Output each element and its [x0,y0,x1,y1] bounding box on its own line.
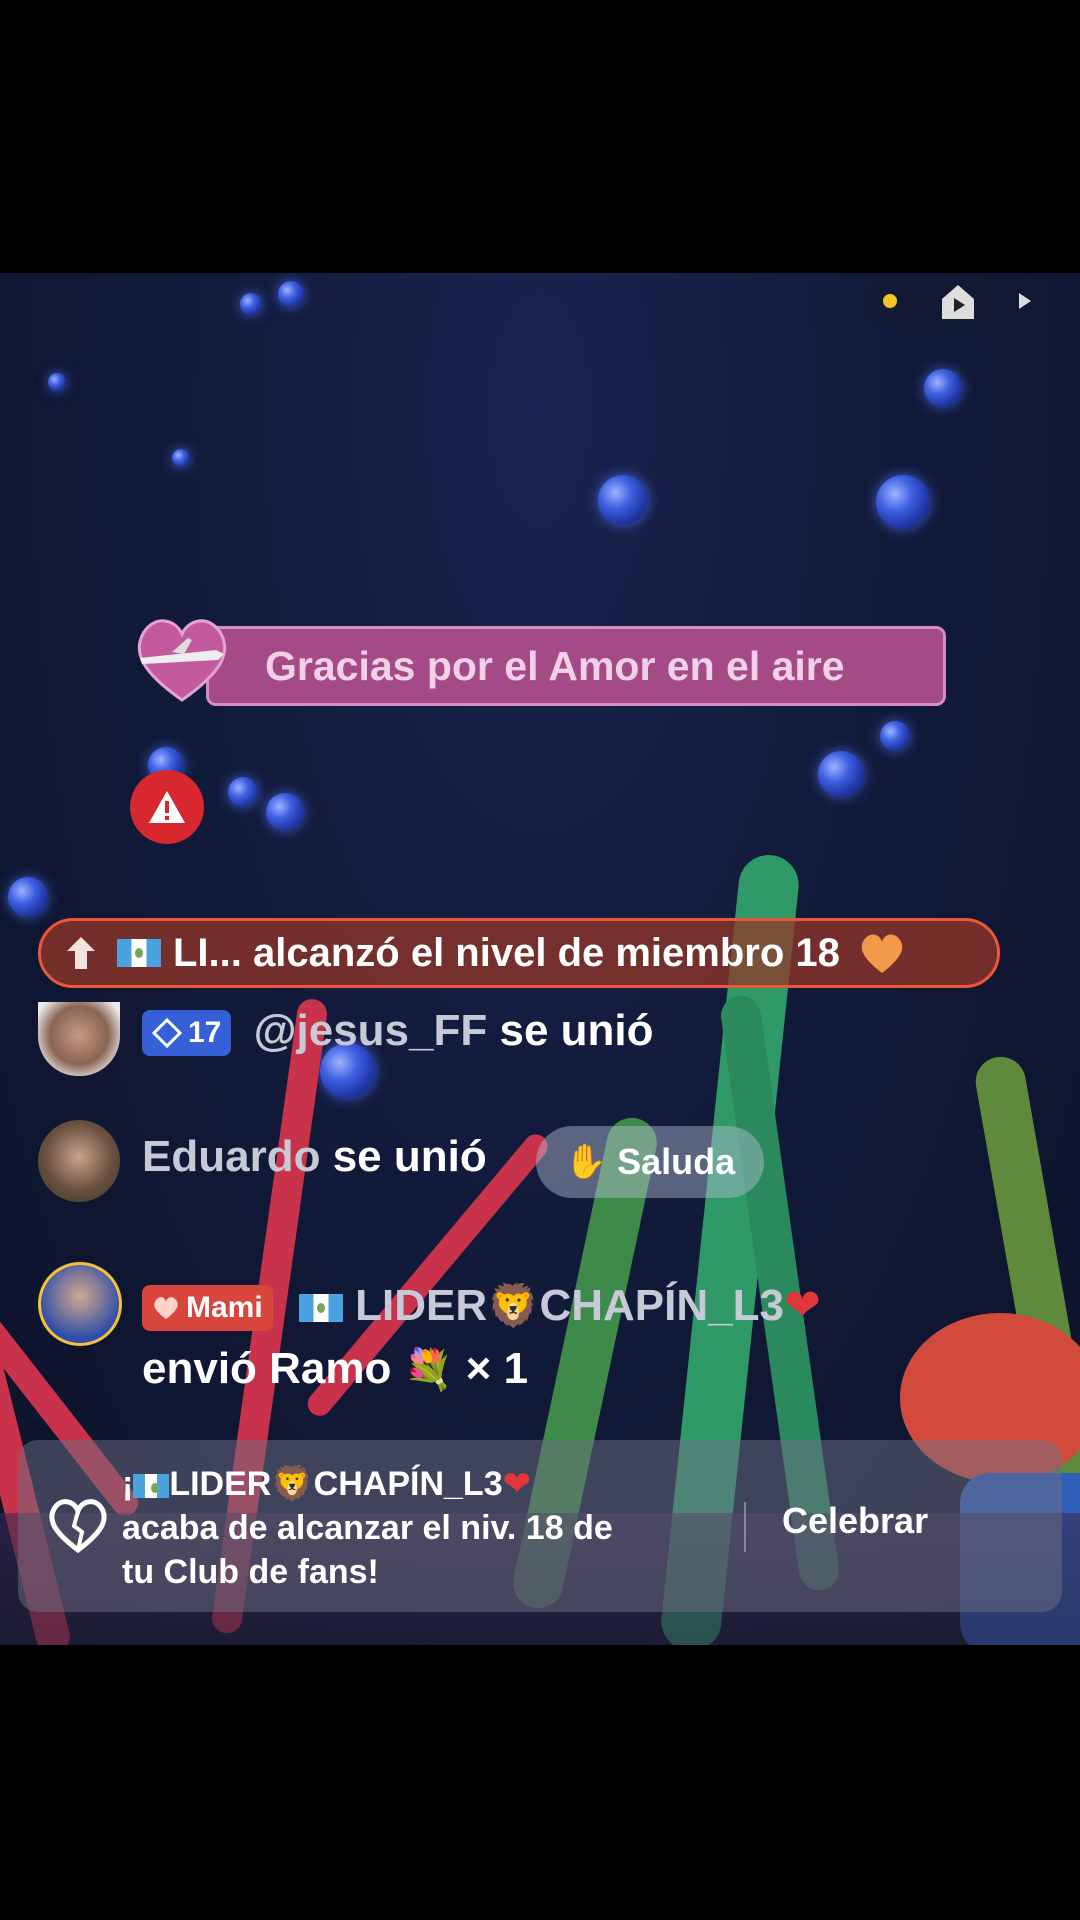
play-arrow-icon[interactable] [1019,293,1032,309]
gift-thanks-banner: Gracias por el Amor en el aire [206,626,946,706]
join-username[interactable]: @jesus_FF [254,1006,488,1055]
diamond-icon [152,1018,182,1049]
arrow-up-icon [67,937,95,969]
avatar[interactable] [38,1120,120,1202]
fire-heart-icon: ❤ [502,1465,532,1503]
join-action: se unió [499,1006,654,1055]
fanclub-line2: acaba de alcanzar el niv. 18 de [122,1509,613,1547]
celebrate-button[interactable]: Celebrar [782,1500,928,1542]
level-notice-text: LI... alcanzó el nivel de miembro 18 [173,930,840,975]
warning-icon[interactable] [130,770,204,844]
bubble [924,369,962,407]
guatemala-flag-icon [298,1294,343,1323]
gift-message-line2: envió Ramo 💐 × 1 [142,1344,528,1394]
bubble [818,751,864,797]
bubble [598,475,648,525]
banner-text: Gracias por el Amor en el aire [265,642,845,689]
bubble [278,281,304,307]
fan-badge: Mami [142,1285,273,1332]
wave-button[interactable]: ✋ Saluda [536,1126,764,1198]
heart-airplane-icon [132,612,232,704]
bouquet-icon: 💐 [403,1348,454,1392]
bubble [228,777,258,807]
divider [744,1502,746,1552]
member-level-notice: LI... alcanzó el nivel de miembro 18 [38,918,1000,988]
fanclub-text: ¡ LIDER🦁CHAPÍN_L3❤ acaba de alcanzar el n… [122,1462,613,1594]
bubble [172,449,190,467]
fanclub-prefix: ¡ [122,1465,134,1503]
lion-icon: 🦁 [487,1282,540,1329]
stream-controls [862,273,1052,329]
guatemala-flag-icon [117,939,161,967]
gift-message-line1: Mami LIDER🦁CHAPÍN_L3❤ [142,1280,821,1332]
gift-text: envió Ramo [142,1344,392,1393]
heart-outline-icon [49,1499,107,1554]
fanclub-username-suffix: CHAPÍN_L3 [313,1465,503,1503]
join-message: Eduardo se unió [142,1132,487,1182]
guatemala-flag-icon [133,1474,170,1499]
fire-heart-icon: ❤ [783,1281,821,1330]
avatar[interactable] [38,1262,122,1346]
gift-count: × 1 [465,1344,529,1393]
join-username[interactable]: Eduardo [142,1132,320,1181]
join-message: 17 @jesus_FF se unió [142,1006,654,1057]
heart-badge-icon [154,1297,178,1320]
status-dot-icon [882,294,897,308]
member-level-badge: 17 [142,1010,232,1057]
lion-icon: 🦁 [271,1465,314,1503]
fanclub-username: LIDER [169,1465,272,1503]
gift-username[interactable]: LIDER [355,1281,487,1330]
bubble [240,293,262,315]
bubble [876,475,930,529]
member-level-value: 17 [188,1016,222,1050]
bubble [48,373,66,391]
fanclub-line1: ¡ LIDER🦁CHAPÍN_L3❤ [122,1462,613,1506]
gift-username-suffix[interactable]: CHAPÍN_L3 [539,1281,784,1330]
bubble [880,721,910,751]
fanclub-line3: tu Club de fans! [122,1553,379,1591]
wave-hand-icon: ✋ [564,1143,608,1181]
home-play-icon[interactable] [938,281,978,321]
fan-badge-label: Mami [186,1291,263,1325]
join-action: se unió [332,1132,487,1181]
wave-button-label: Saluda [617,1141,736,1182]
bubble [266,793,304,831]
bubble [8,877,48,917]
orange-heart-icon [861,934,903,973]
